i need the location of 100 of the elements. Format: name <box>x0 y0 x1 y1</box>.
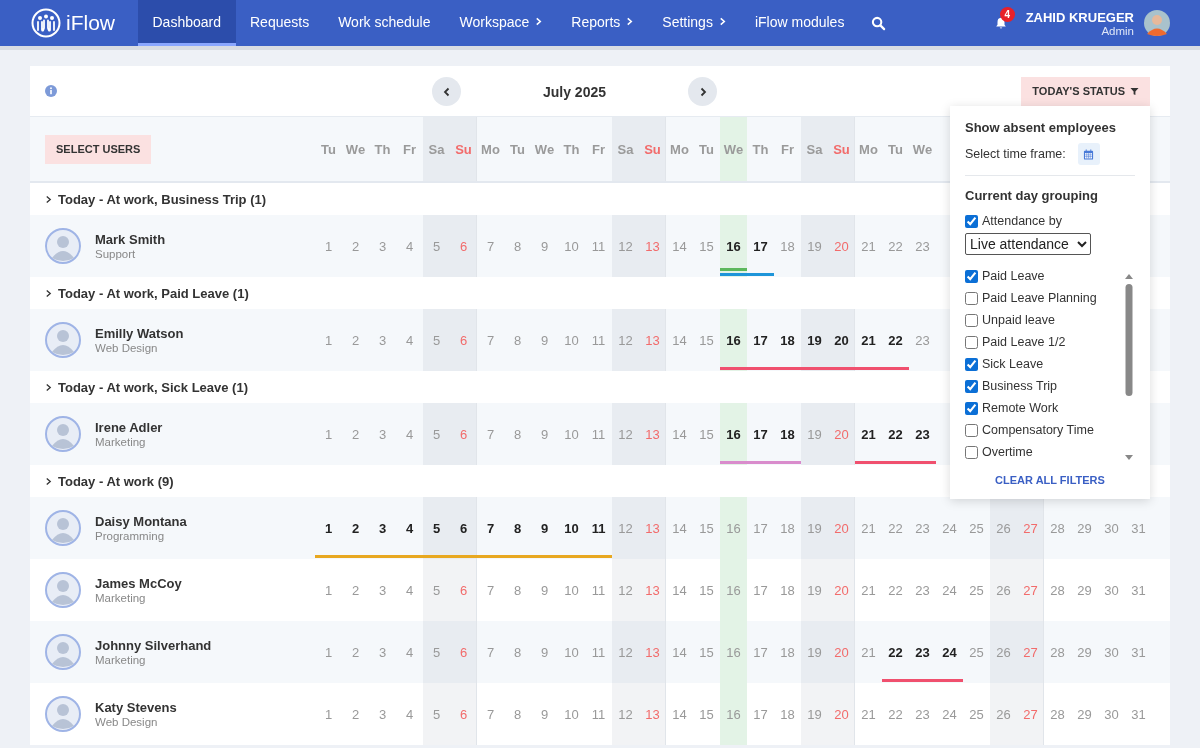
day-number: 24 <box>942 706 957 722</box>
day-number: 4 <box>405 644 414 660</box>
checkbox[interactable] <box>965 357 978 371</box>
employee-name[interactable]: Johnny Silverhand <box>95 638 212 653</box>
checkbox-label: Sick Leave <box>982 357 1044 371</box>
day-number: 25 <box>969 706 984 722</box>
checkbox[interactable] <box>965 335 978 349</box>
day-number: 22 <box>888 238 903 254</box>
day-number: 3 <box>378 332 387 348</box>
previous-month-button[interactable] <box>432 77 461 106</box>
employee-name[interactable]: Irene Adler <box>95 420 163 435</box>
checkbox[interactable] <box>965 313 978 327</box>
day-number: 10 <box>564 520 579 536</box>
day-number: 22 <box>888 582 903 598</box>
checkbox-label: Overtime <box>982 445 1033 459</box>
day-number: 11 <box>591 332 606 348</box>
panel-heading: Current day grouping <box>965 188 1099 203</box>
day-number: 17 <box>753 582 768 598</box>
calendar-button[interactable] <box>1077 143 1100 165</box>
checkbox[interactable] <box>965 379 978 393</box>
day-number: 21 <box>861 644 876 660</box>
day-number: 14 <box>672 426 687 442</box>
day-number: 22 <box>888 706 903 722</box>
day-number: 6 <box>459 520 468 536</box>
nav-item[interactable]: Work schedule <box>323 0 445 46</box>
attendance-dropdown[interactable]: Live attendance <box>965 233 1091 255</box>
day-number: 4 <box>405 520 414 536</box>
day-number: 27 <box>1023 706 1038 722</box>
day-number: 30 <box>1104 520 1119 536</box>
day-number: 21 <box>861 332 876 348</box>
day-number: 13 <box>645 332 660 348</box>
checkbox[interactable] <box>965 445 978 459</box>
next-month-button[interactable] <box>688 77 717 106</box>
employee-name[interactable]: Katy Stevens <box>95 700 177 715</box>
nav-item[interactable]: Settings <box>647 0 741 46</box>
day-number: 7 <box>486 644 495 660</box>
day-number: 17 <box>753 332 768 348</box>
day-number: 23 <box>915 238 930 254</box>
select-users-button[interactable]: SELECT USERS <box>45 134 152 164</box>
nav-item[interactable]: Workspace <box>445 0 557 46</box>
chevron-right-icon <box>698 86 707 97</box>
nav-item[interactable]: Requests <box>235 0 324 46</box>
employee-name[interactable]: James McCoy <box>95 576 182 591</box>
day-number: 15 <box>699 332 714 348</box>
clear-all-filters-button[interactable]: CLEAR ALL FILTERS <box>989 473 1111 487</box>
weekday-label: Mo <box>859 141 878 157</box>
day-number: 5 <box>432 426 441 442</box>
day-number: 4 <box>405 426 414 442</box>
weekday-label: Sa <box>428 141 445 157</box>
day-number: 20 <box>834 706 849 722</box>
day-number: 18 <box>780 332 795 348</box>
day-number: 6 <box>459 582 468 598</box>
day-number: 26 <box>996 582 1011 598</box>
day-number: 11 <box>591 706 606 722</box>
checkbox-label: Unpaid leave <box>982 313 1055 327</box>
checkbox-label: Business Trip <box>982 379 1058 393</box>
day-number: 15 <box>699 238 714 254</box>
avatar <box>45 696 81 732</box>
day-number: 4 <box>405 582 414 598</box>
weekday-label: Tu <box>888 141 903 157</box>
weekday-label: We <box>723 141 744 157</box>
day-number: 17 <box>753 238 768 254</box>
search-icon[interactable] <box>870 15 886 31</box>
day-number: 13 <box>645 238 660 254</box>
bell-icon[interactable] <box>993 16 1008 30</box>
day-number: 6 <box>459 238 468 254</box>
day-number: 29 <box>1077 520 1092 536</box>
day-number: 7 <box>486 332 495 348</box>
checkbox[interactable] <box>965 269 978 283</box>
nav-item[interactable]: Reports <box>556 0 648 46</box>
day-number: 5 <box>432 238 441 254</box>
day-number: 13 <box>645 706 660 722</box>
day-number: 7 <box>486 582 495 598</box>
user-avatar[interactable] <box>1144 10 1170 36</box>
info-icon[interactable] <box>45 85 57 97</box>
checkbox[interactable] <box>965 291 978 305</box>
weekday-label: Th <box>752 141 769 157</box>
todays-status-button[interactable]: TODAY'S STATUS <box>1021 76 1150 106</box>
employee-name[interactable]: Mark Smith <box>95 232 166 247</box>
day-number: 16 <box>726 238 741 254</box>
day-number: 9 <box>540 706 549 722</box>
avatar <box>45 510 81 546</box>
checkbox[interactable] <box>965 423 978 437</box>
day-number: 1 <box>324 706 333 722</box>
nav-item[interactable]: iFlow modules <box>740 0 859 46</box>
day-number: 14 <box>672 706 687 722</box>
day-number: 25 <box>969 582 984 598</box>
day-number: 19 <box>807 582 822 598</box>
day-number: 16 <box>726 582 741 598</box>
checkbox[interactable] <box>965 214 978 228</box>
day-number: 20 <box>834 582 849 598</box>
employee-name[interactable]: Emilly Watson <box>95 326 184 341</box>
day-number: 10 <box>564 582 579 598</box>
nav-item[interactable]: Dashboard <box>138 0 236 46</box>
day-number: 20 <box>834 644 849 660</box>
employee-department: Marketing <box>95 436 147 448</box>
employee-name[interactable]: Daisy Montana <box>95 514 187 529</box>
checkbox[interactable] <box>965 401 978 415</box>
day-number: 14 <box>672 644 687 660</box>
checkbox-label: Paid Leave Planning <box>982 291 1097 305</box>
